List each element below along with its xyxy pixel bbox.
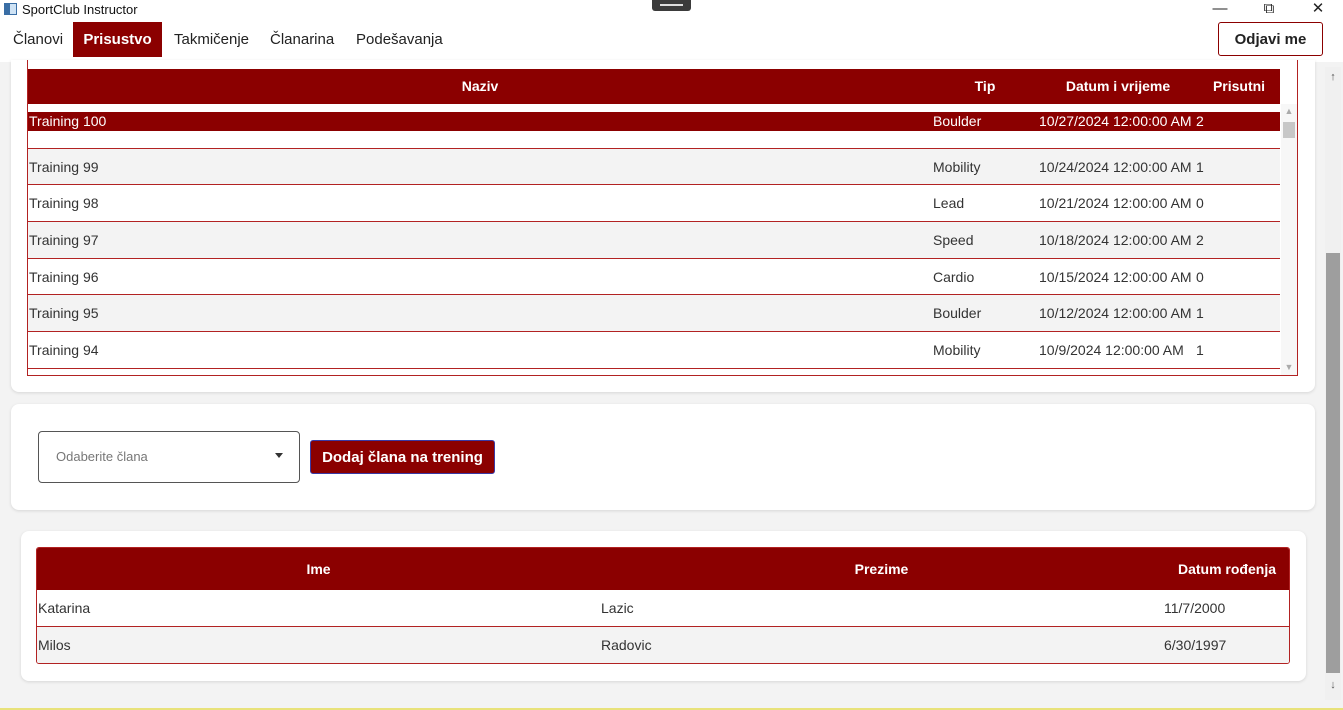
app-icon [4,3,17,15]
scroll-up-icon[interactable]: ↑ [1325,71,1341,83]
table-row[interactable]: Training 99 Mobility 10/24/2024 12:00:00… [28,148,1280,186]
window-title: SportClub Instructor [22,2,138,17]
chevron-down-icon [275,453,283,458]
cell-naziv: Training 97 [29,232,99,249]
cell-tip: Lead [933,195,965,212]
cell-prezime: Radovic [601,637,652,653]
cell-prisutni: 1 [1196,305,1204,322]
cell-tip: Boulder [933,113,982,129]
table-row[interactable]: Training 98 Lead 10/21/2024 12:00:00 AM … [28,185,1280,223]
add-member-card: Odaberite člana Dodaj člana na trening [11,404,1315,510]
trainings-scrollbar[interactable]: ▲ ▼ [1281,104,1297,375]
nav-item-takmicenje[interactable]: Takmičenje [162,22,261,57]
members-rows: Katarina Lazic 11/7/2000 Milos Radovic 6… [37,590,1289,663]
scroll-up-icon[interactable]: ▲ [1281,106,1297,116]
cell-prisutni: 2 [1196,232,1204,249]
cell-datum: 10/24/2024 12:00:00 AM [1039,158,1192,175]
nav-item-podesavanja[interactable]: Podešavanja [344,22,455,57]
cell-tip: Mobility [933,342,981,359]
column-header-naziv[interactable]: Naziv [28,69,932,104]
cell-prisutni: 0 [1196,268,1204,285]
scroll-down-icon[interactable]: ↓ [1325,679,1341,691]
cell-tip: Cardio [933,268,975,285]
drag-handle-icon[interactable] [652,0,691,11]
members-header: Ime Prezime Datum rođenja [37,548,1289,590]
cell-prezime: Lazic [601,600,634,616]
column-header-prezime[interactable]: Prezime [600,548,1163,590]
nav-item-prisustvo[interactable]: Prisustvo [73,22,162,57]
member-select-placeholder: Odaberite člana [56,449,148,464]
cell-prisutni: 0 [1196,195,1204,212]
table-row[interactable]: Training 97 Speed 10/18/2024 12:00:00 AM… [28,222,1280,259]
restore-icon[interactable]: ⧉ [1246,0,1292,20]
cell-tip: Mobility [933,158,981,175]
cell-ime: Milos [38,637,71,653]
cell-prisutni: 1 [1196,342,1204,359]
minimize-icon[interactable]: — [1197,0,1243,20]
close-icon[interactable]: ✕ [1295,0,1341,20]
app-window: SportClub Instructor — ⧉ ✕ Članovi Prisu… [0,0,1343,710]
page-scrollbar[interactable]: ↑ ↓ [1325,67,1341,700]
table-row[interactable]: Milos Radovic 6/30/1997 [37,627,1289,663]
cell-datum: 10/21/2024 12:00:00 AM [1039,195,1192,212]
cell-prisutni: 1 [1196,158,1204,175]
cell-naziv: Training 95 [29,305,99,322]
cell-ime: Katarina [38,600,91,616]
cell-naziv: Training 96 [29,268,99,285]
cell-datum: 10/9/2024 12:00:00 AM [1039,342,1184,359]
table-row[interactable]: Training 94 Mobility 10/9/2024 12:00:00 … [28,332,1280,369]
column-header-tip[interactable]: Tip [932,69,1038,104]
cell-datum: 10/18/2024 12:00:00 AM [1039,232,1192,249]
column-header-ime[interactable]: Ime [37,548,600,590]
cell-naziv: Training 99 [29,158,99,175]
table-row[interactable]: Katarina Lazic 11/7/2000 [37,590,1289,627]
scroll-thumb[interactable] [1283,122,1295,138]
cell-datum: 10/15/2024 12:00:00 AM [1039,268,1192,285]
trainings-rows: Training 100 Boulder 10/27/2024 12:00:00… [28,112,1280,369]
cell-tip: Speed [933,232,974,249]
cell-naziv: Training 100 [29,113,107,129]
logout-button[interactable]: Odjavi me [1218,22,1323,56]
nav-item-clanovi[interactable]: Članovi [1,22,75,57]
member-select[interactable]: Odaberite člana [38,431,300,483]
column-header-datum-rodjenja[interactable]: Datum rođenja [1163,548,1289,590]
table-row[interactable]: Training 96 Cardio 10/15/2024 12:00:00 A… [28,259,1280,296]
main-nav: Članovi Prisustvo Takmičenje Članarina P… [0,20,1343,62]
trainings-table: Naziv Tip Datum i vrijeme Prisutni Train… [27,60,1298,376]
cell-datum: 10/27/2024 12:00:00 AM [1039,113,1192,129]
cell-datum: 10/12/2024 12:00:00 AM [1039,305,1192,322]
scroll-thumb[interactable] [1326,253,1340,673]
nav-item-clanarina[interactable]: Članarina [258,22,346,57]
scroll-down-icon[interactable]: ▼ [1281,362,1297,372]
add-member-button[interactable]: Dodaj člana na trening [310,440,495,474]
column-header-datum[interactable]: Datum i vrijeme [1038,69,1198,104]
cell-datum-rodjenja: 11/7/2000 [1164,600,1226,616]
table-row[interactable]: Training 100 Boulder 10/27/2024 12:00:00… [28,112,1280,149]
members-card: Ime Prezime Datum rođenja Katarina Lazic… [21,531,1306,681]
table-row[interactable]: Training 95 Boulder 10/12/2024 12:00:00 … [28,295,1280,333]
title-bar: SportClub Instructor — ⧉ ✕ [0,0,1343,20]
column-header-prisutni[interactable]: Prisutni [1198,69,1280,104]
trainings-card: Naziv Tip Datum i vrijeme Prisutni Train… [11,60,1315,392]
cell-tip: Boulder [933,305,982,322]
cell-datum-rodjenja: 6/30/1997 [1164,637,1227,653]
cell-naziv: Training 98 [29,195,99,212]
trainings-header: Naziv Tip Datum i vrijeme Prisutni [28,69,1280,104]
cell-naziv: Training 94 [29,342,99,359]
members-table: Ime Prezime Datum rođenja Katarina Lazic… [36,547,1290,664]
cell-prisutni: 2 [1196,113,1204,129]
